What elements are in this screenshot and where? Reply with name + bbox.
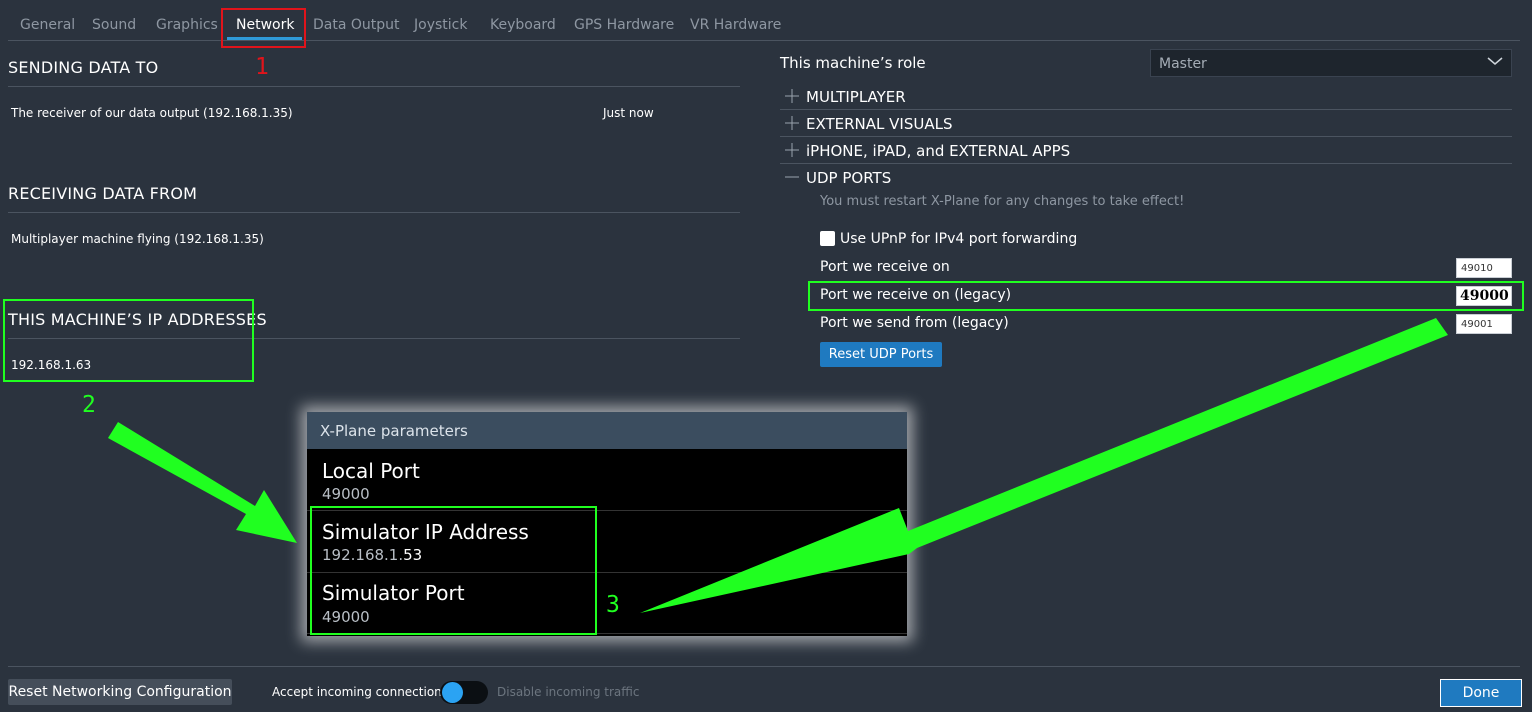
role-label: This machine’s role	[780, 54, 926, 72]
panel-header: X-Plane parameters	[307, 412, 907, 449]
tab-vr-hardware[interactable]: VR Hardware	[690, 17, 781, 33]
port-send-legacy-label: Port we send from (legacy)	[820, 315, 1009, 331]
annotation-box-simulator-params	[310, 506, 597, 635]
plus-icon	[785, 89, 799, 103]
accordion-label: EXTERNAL VISUALS	[806, 115, 953, 133]
footer-divider	[8, 666, 1520, 667]
sending-data-title: SENDING DATA TO	[8, 58, 159, 77]
tab-sound[interactable]: Sound	[92, 17, 136, 33]
accordion-external-apps[interactable]: iPHONE, iPAD, and EXTERNAL APPS	[780, 138, 1512, 164]
annotation-number-3: 3	[606, 592, 620, 618]
accordion-multiplayer[interactable]: MULTIPLAYER	[780, 84, 1512, 110]
upnp-checkbox[interactable]	[820, 231, 835, 246]
port-receive-label: Port we receive on	[820, 259, 950, 275]
port-receive-input[interactable]: 49010	[1456, 258, 1512, 278]
divider	[8, 212, 740, 213]
chevron-down-icon	[1487, 57, 1503, 65]
reset-udp-ports-button[interactable]: Reset UDP Ports	[820, 342, 942, 367]
receiving-row-label: Multiplayer machine flying (192.168.1.35…	[11, 232, 264, 246]
panel-header-title: X-Plane parameters	[320, 422, 468, 440]
role-select-value: Master	[1159, 56, 1207, 72]
plus-icon	[785, 143, 799, 157]
role-select[interactable]: Master	[1150, 49, 1512, 77]
accordion-label: MULTIPLAYER	[806, 88, 906, 106]
tab-gps-hardware[interactable]: GPS Hardware	[574, 17, 674, 33]
accordion-external-visuals[interactable]: EXTERNAL VISUALS	[780, 111, 1512, 137]
annotation-box-network-tab	[221, 8, 306, 48]
receiving-data-title: RECEIVING DATA FROM	[8, 184, 198, 203]
accordion-label: iPHONE, iPAD, and EXTERNAL APPS	[806, 142, 1071, 160]
plus-icon	[785, 116, 799, 130]
annotation-box-receive-legacy	[808, 281, 1524, 311]
sending-row-time: Just now	[603, 106, 654, 120]
restart-note: You must restart X-Plane for any changes…	[820, 194, 1185, 209]
toggle-label-disable: Disable incoming traffic	[497, 685, 640, 699]
sending-row-label: The receiver of our data output (192.168…	[11, 106, 293, 120]
local-port-value: 49000	[322, 485, 370, 503]
reset-networking-button[interactable]: Reset Networking Configuration	[8, 679, 232, 705]
arrow-ip-to-simulator	[108, 422, 297, 543]
upnp-checkbox-label: Use UPnP for IPv4 port forwarding	[840, 231, 1078, 247]
minus-icon	[785, 176, 799, 178]
annotation-box-ip-addresses	[3, 299, 254, 382]
divider	[8, 86, 740, 87]
accordion-label: UDP PORTS	[806, 169, 892, 187]
tab-graphics[interactable]: Graphics	[156, 17, 218, 33]
accordion-udp-ports[interactable]: UDP PORTS	[780, 165, 1512, 191]
done-button[interactable]: Done	[1440, 679, 1522, 707]
tab-joystick[interactable]: Joystick	[414, 17, 467, 33]
tab-keyboard[interactable]: Keyboard	[490, 17, 556, 33]
local-port-title: Local Port	[322, 459, 420, 483]
annotation-number-2: 2	[82, 392, 96, 418]
port-send-legacy-input[interactable]: 49001	[1456, 314, 1512, 334]
tab-data-output[interactable]: Data Output	[313, 17, 400, 33]
toggle-label-accept: Accept incoming connections	[272, 685, 449, 699]
tab-general[interactable]: General	[20, 17, 75, 33]
incoming-connections-toggle[interactable]	[440, 681, 488, 704]
toggle-knob	[442, 682, 463, 703]
annotation-number-1: 1	[255, 54, 269, 80]
